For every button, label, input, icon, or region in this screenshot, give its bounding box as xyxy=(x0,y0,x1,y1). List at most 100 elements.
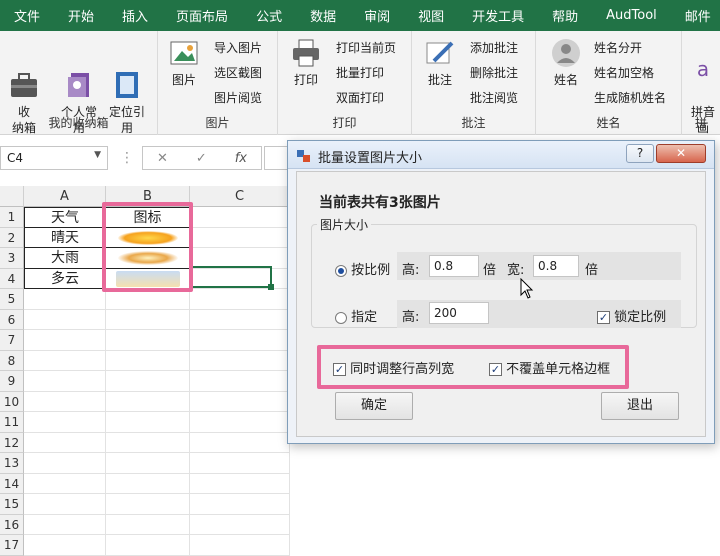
cell[interactable] xyxy=(24,453,106,474)
cell[interactable] xyxy=(106,412,190,433)
menu-insert[interactable]: 插入 xyxy=(108,6,162,25)
radio-selected-icon[interactable] xyxy=(335,264,347,277)
menu-formulas[interactable]: 公式 xyxy=(242,6,296,25)
batch-print-button[interactable]: 批量打印 xyxy=(336,64,384,81)
duplex-print-button[interactable]: 双面打印 xyxy=(336,89,384,106)
menu-home[interactable]: 开始 xyxy=(54,6,108,25)
print-button[interactable]: 打印 xyxy=(288,37,324,88)
cell[interactable] xyxy=(24,514,106,535)
radio-unselected-icon[interactable] xyxy=(335,311,347,324)
row-header[interactable]: 1 xyxy=(0,207,24,228)
cell[interactable] xyxy=(190,350,290,371)
menu-mail[interactable]: 邮件 xyxy=(671,6,720,25)
menu-audtool[interactable]: AudTool xyxy=(592,8,671,23)
split-name-button[interactable]: 姓名分开 xyxy=(594,39,642,56)
add-comment-button[interactable]: 添加批注 xyxy=(470,39,518,56)
cell[interactable] xyxy=(190,514,290,535)
row-header[interactable]: 16 xyxy=(0,514,24,535)
ratio-height-input[interactable]: 0.8 xyxy=(429,255,479,277)
cell[interactable] xyxy=(24,432,106,453)
select-all[interactable] xyxy=(0,186,24,207)
cell[interactable] xyxy=(106,494,190,515)
active-cell-c4[interactable] xyxy=(190,266,272,288)
cell[interactable] xyxy=(106,514,190,535)
cell[interactable] xyxy=(24,535,106,556)
fixed-height-input[interactable]: 200 xyxy=(429,302,489,324)
area-screenshot-button[interactable]: 选区截图 xyxy=(214,64,262,81)
cell[interactable] xyxy=(24,350,106,371)
cell[interactable] xyxy=(24,494,106,515)
cell[interactable] xyxy=(24,330,106,351)
menu-review[interactable]: 审阅 xyxy=(350,6,404,25)
cell[interactable] xyxy=(24,391,106,412)
col-header-c[interactable]: C xyxy=(190,186,290,207)
menu-page-layout[interactable]: 页面布局 xyxy=(162,6,242,25)
delete-comment-button[interactable]: 删除批注 xyxy=(470,64,518,81)
fill-handle[interactable] xyxy=(268,284,274,290)
row-header[interactable]: 11 xyxy=(0,412,24,433)
cell[interactable]: 晴天 xyxy=(24,227,106,248)
picture-button[interactable]: 图片 xyxy=(166,37,202,88)
close-button[interactable]: ✕ xyxy=(656,144,706,163)
cancel-icon[interactable]: ✕ xyxy=(157,151,168,166)
cell[interactable] xyxy=(190,289,290,310)
cell[interactable] xyxy=(190,473,290,494)
row-header[interactable]: 9 xyxy=(0,371,24,392)
fx-icon[interactable]: fx xyxy=(235,151,247,166)
row-header[interactable]: 6 xyxy=(0,309,24,330)
picture-browse-button[interactable]: 图片阅览 xyxy=(214,89,262,106)
cell[interactable] xyxy=(190,227,290,248)
name-space-button[interactable]: 姓名加空格 xyxy=(594,64,654,81)
cell[interactable] xyxy=(190,432,290,453)
menu-data[interactable]: 数据 xyxy=(296,6,350,25)
cell[interactable] xyxy=(106,473,190,494)
cell[interactable] xyxy=(190,309,290,330)
cell[interactable] xyxy=(106,391,190,412)
row-header[interactable]: 5 xyxy=(0,289,24,310)
cell[interactable] xyxy=(190,453,290,474)
row-header[interactable]: 12 xyxy=(0,432,24,453)
random-name-button[interactable]: 生成随机姓名 xyxy=(594,89,666,106)
cell[interactable] xyxy=(190,330,290,351)
cell[interactable] xyxy=(106,309,190,330)
cell[interactable] xyxy=(106,535,190,556)
ratio-width-input[interactable]: 0.8 xyxy=(533,255,579,277)
menu-help[interactable]: 帮助 xyxy=(538,6,592,25)
import-picture-button[interactable]: 导入图片 xyxy=(214,39,262,56)
exit-button[interactable]: 退出 xyxy=(601,392,679,420)
fixed-radio[interactable]: 指定 xyxy=(335,306,377,325)
cell[interactable] xyxy=(190,535,290,556)
cell[interactable]: 天气 xyxy=(24,207,106,228)
cell[interactable] xyxy=(106,350,190,371)
row-header[interactable]: 17 xyxy=(0,535,24,556)
cell[interactable] xyxy=(24,371,106,392)
chevron-down-icon[interactable]: ▼ xyxy=(94,150,101,160)
row-header[interactable]: 7 xyxy=(0,330,24,351)
name-button[interactable]: 姓名 xyxy=(548,37,584,88)
row-header[interactable]: 13 xyxy=(0,453,24,474)
row-header[interactable]: 15 xyxy=(0,494,24,515)
menu-file[interactable]: 文件 xyxy=(0,6,54,25)
cell[interactable] xyxy=(106,453,190,474)
cell[interactable] xyxy=(106,371,190,392)
cell[interactable] xyxy=(190,371,290,392)
confirm-icon[interactable]: ✓ xyxy=(196,151,207,166)
cell[interactable] xyxy=(106,289,190,310)
row-header[interactable]: 8 xyxy=(0,350,24,371)
cell[interactable]: 多云 xyxy=(24,268,106,289)
lock-ratio-checkbox[interactable]: ✓ 锁定比例 xyxy=(597,306,666,325)
help-button[interactable]: ? xyxy=(626,144,654,163)
name-box[interactable]: C4 ▼ xyxy=(0,146,108,170)
row-header[interactable]: 3 xyxy=(0,248,24,269)
cell[interactable] xyxy=(24,473,106,494)
cell[interactable] xyxy=(24,412,106,433)
row-header[interactable]: 4 xyxy=(0,268,24,289)
cell[interactable] xyxy=(24,289,106,310)
checkbox-checked-icon[interactable]: ✓ xyxy=(597,311,610,324)
cell[interactable] xyxy=(190,412,290,433)
comment-browse-button[interactable]: 批注阅览 xyxy=(470,89,518,106)
cell[interactable] xyxy=(24,309,106,330)
ok-button[interactable]: 确定 xyxy=(335,392,413,420)
ratio-radio[interactable]: 按比例 xyxy=(335,259,390,278)
cell[interactable] xyxy=(106,330,190,351)
